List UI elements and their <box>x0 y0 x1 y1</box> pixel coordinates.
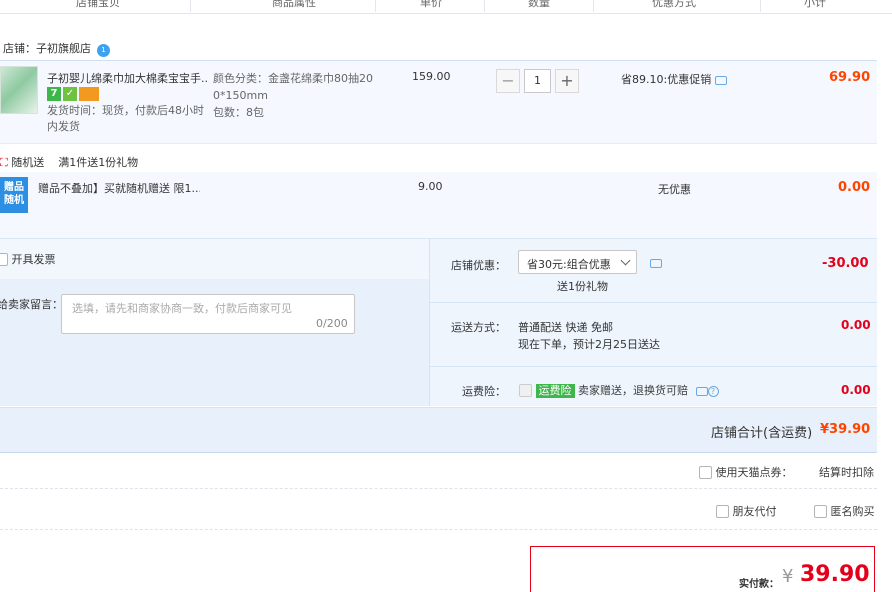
divider <box>430 302 877 303</box>
shop-name[interactable]: 子初旗舰店 <box>36 42 91 55</box>
gift-discount: 无优惠 <box>658 183 691 196</box>
gift-header-text: 随机送 满1件送1份礼物 <box>11 156 139 169</box>
col-header-item: 店铺宝贝 <box>76 0 120 9</box>
seven-day-return-icon[interactable]: 7 <box>47 87 61 101</box>
discount-info: 省89.10:优惠促销 <box>621 71 728 87</box>
product-thumbnail[interactable] <box>0 66 38 114</box>
gift-subtotal: 0.00 <box>838 180 871 195</box>
col-header-subtotal: 小计 <box>804 0 826 9</box>
unit-price: 159.00 <box>412 70 451 83</box>
help-icon[interactable]: ? <box>707 386 719 397</box>
points-label: 使用天猫点券： <box>715 466 793 479</box>
attr-color: 颜色分类：金盏花绵柔巾80抽200*150mm <box>213 72 373 102</box>
anonymous-checkbox[interactable] <box>814 505 827 518</box>
wangwang-icon[interactable]: 1 <box>97 44 110 57</box>
item-subtotal: 69.90 <box>829 70 871 85</box>
shipping-label: 运送方式： <box>451 321 506 334</box>
qty-minus-button[interactable]: − <box>496 69 520 93</box>
invoice-option[interactable]: 开具发票 <box>0 251 56 267</box>
gift-tag-line1: 赠品 <box>4 182 24 193</box>
coupon-amount: -30.00 <box>822 256 869 271</box>
coupon-selected: 省30元:组合优惠 <box>527 258 611 271</box>
shop-label: 店铺： <box>3 42 36 55</box>
service-icons: 7 ✓ <box>47 87 101 101</box>
chevron-down-icon <box>620 255 631 266</box>
discount-text: 省89.10:优惠促销 <box>621 73 712 86</box>
gift-price: 9.00 <box>418 180 443 193</box>
message-placeholder: 选填，请先和商家协商一致，付款后商家可见 <box>72 302 292 315</box>
points-note: 结算时扣除 <box>819 466 874 479</box>
points-option[interactable]: 使用天猫点券： <box>699 464 793 480</box>
insurance-text: 卖家赠送，退换货可赔 <box>578 384 688 397</box>
shop-line: 店铺：子初旗舰店 1 <box>3 40 110 57</box>
guarantee-icon[interactable]: ✓ <box>63 87 77 101</box>
shipping-eta: 现在下单，预计2月25日送达 <box>518 338 660 351</box>
product-name[interactable]: 子初婴儿绵柔巾加大棉柔宝宝手... <box>47 70 209 86</box>
invoice-label: 开具发票 <box>11 253 56 266</box>
gift-icon: ⛶ <box>0 156 8 169</box>
message-icon[interactable] <box>650 256 662 269</box>
friend-pay-option[interactable]: 朋友代付 <box>716 503 777 519</box>
insurance-label: 运费险： <box>462 385 506 398</box>
payment-currency: ¥ <box>782 566 794 587</box>
col-header-qty: 数量 <box>528 0 550 9</box>
coupon-label: 店铺优惠： <box>451 259 506 272</box>
friend-pay-label: 朋友代付 <box>732 505 777 518</box>
shop-total-value: ¥39.90 <box>820 422 871 437</box>
product-attrs: 颜色分类：金盏花绵柔巾80抽200*150mm 包数：8包 <box>213 70 373 121</box>
friend-pay-checkbox[interactable] <box>716 505 729 518</box>
insurance-option: 运费险 卖家赠送，退换货可赔 ? <box>519 382 719 398</box>
col-header-discount: 优惠方式 <box>652 0 696 9</box>
qty-plus-button[interactable]: + <box>555 69 579 93</box>
invoice-checkbox[interactable] <box>0 253 8 266</box>
message-counter: 0/200 <box>316 317 348 330</box>
coupon-select[interactable]: 省30元:组合优惠 <box>518 250 637 274</box>
gift-name[interactable]: 赠品不叠加】买就随机赠送 限1... <box>38 180 200 196</box>
insurance-tag: 运费险 <box>535 384 575 398</box>
gift-header: ⛶ 随机送 满1件送1份礼物 <box>0 154 138 170</box>
insurance-checkbox[interactable] <box>519 384 532 397</box>
qty-input[interactable]: 1 <box>524 69 551 93</box>
credit-card-icon[interactable] <box>79 87 99 101</box>
attr-pack: 包数：8包 <box>213 106 264 119</box>
payment-label: 实付款： <box>739 579 779 590</box>
divider <box>429 239 430 406</box>
message-icon[interactable] <box>695 387 708 396</box>
anonymous-label: 匿名购买 <box>830 505 875 518</box>
gift-tag-line2: 随机 <box>4 195 24 206</box>
divider <box>0 529 877 530</box>
shop-total-label: 店铺合计(含运费) <box>711 426 813 441</box>
invoice-area <box>0 239 430 279</box>
insurance-amount: 0.00 <box>841 383 871 397</box>
anonymous-option[interactable]: 匿名购买 <box>814 503 875 519</box>
divider <box>430 366 877 367</box>
coupon-gift: 送1份礼物 <box>557 280 608 293</box>
shipping-method: 普通配送 快递 免邮 <box>518 321 613 334</box>
message-icon[interactable] <box>715 76 728 85</box>
divider <box>0 488 877 489</box>
ship-time: 发货时间：现货，付款后48小时内发货 <box>47 104 204 133</box>
gift-tag: 赠品 随机 <box>0 177 28 213</box>
points-checkbox[interactable] <box>699 466 712 479</box>
table-header: 店铺宝贝 商品属性 单价 数量 优惠方式 小计 <box>0 0 892 14</box>
col-header-attr: 商品属性 <box>272 0 316 9</box>
col-header-price: 单价 <box>420 0 442 9</box>
shipping-amount: 0.00 <box>841 318 871 332</box>
payment-amount: 39.90 <box>800 562 870 587</box>
message-label: 给卖家留言： <box>0 298 63 311</box>
